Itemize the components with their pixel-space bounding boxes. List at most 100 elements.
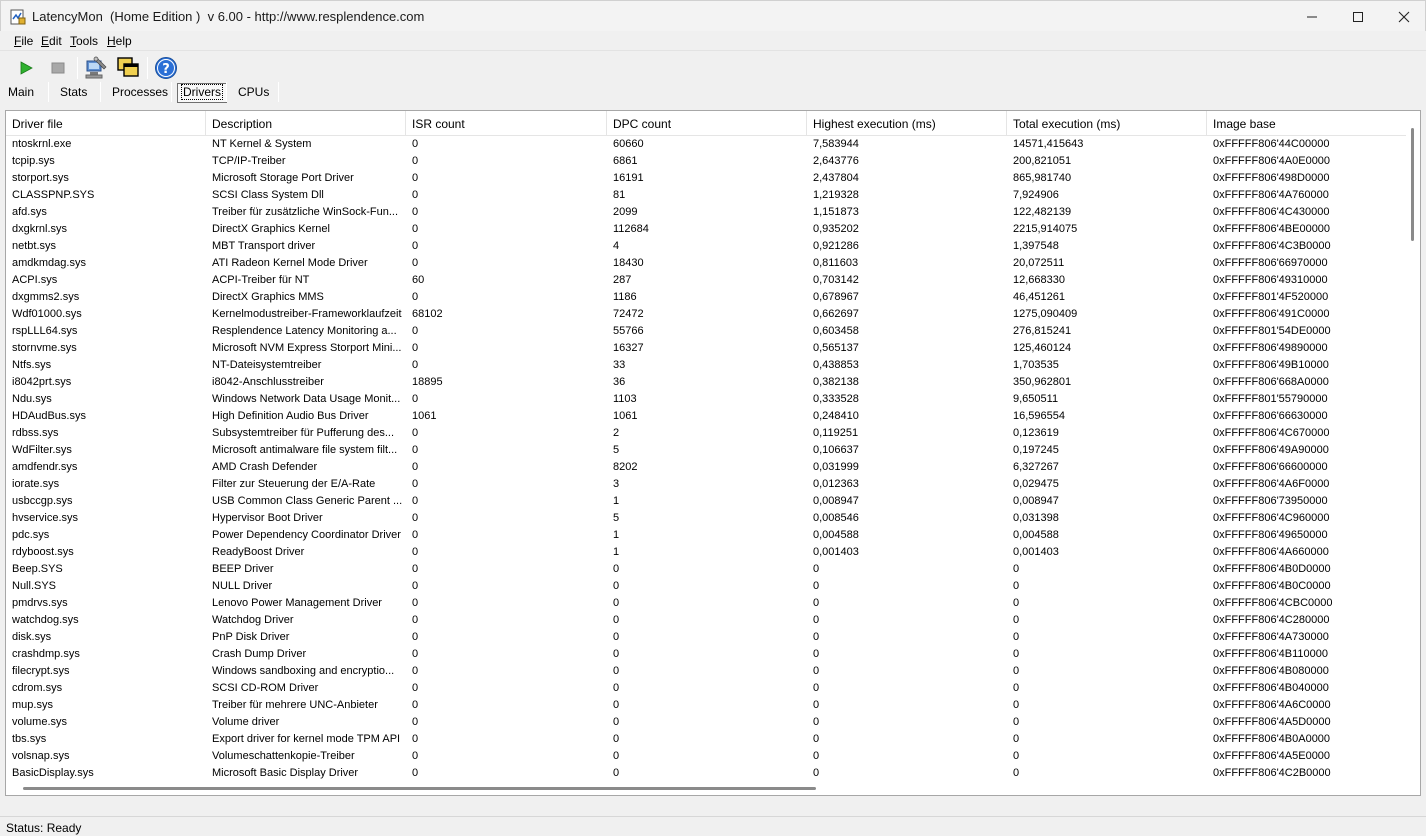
highest-execution-cell: 0 [813, 580, 820, 592]
table-row[interactable]: dxgkrnl.sys DirectX Graphics Kernel 0 11268… [6, 221, 1406, 238]
table-row[interactable]: pdc.sys Power Dependency Coordinator Driv… [6, 527, 1406, 544]
highest-execution-cell: 0 [813, 563, 820, 575]
table-row[interactable]: Ntfs.sys NT-Dateisystemtreiber 0 33 0,438853… [6, 357, 1406, 374]
dpc-count-cell: 1061 [613, 410, 638, 422]
column-header-isr-count[interactable]: ISR count [406, 111, 607, 136]
dpc-count-cell: 55766 [613, 325, 644, 337]
tab-cpus[interactable]: CPUs [238, 82, 269, 103]
table-row[interactable]: BasicDisplay.sys Microsoft Basic Display … [6, 765, 1406, 782]
vertical-scrollbar[interactable] [1406, 111, 1420, 795]
menu-help[interactable]: Help [107, 34, 132, 48]
driver-file-cell: pdc.sys [12, 529, 50, 541]
tab-stats[interactable]: Stats [60, 82, 87, 103]
table-row[interactable]: storport.sys Microsoft Storage Port Drive… [6, 170, 1406, 187]
description-cell: ACPI-Treiber für NT [212, 274, 310, 286]
windows-button[interactable] [115, 55, 141, 81]
image-base-cell: 0xFFFFF806'4C670000 [1213, 427, 1330, 439]
isr-count-cell: 0 [412, 699, 419, 711]
table-row[interactable]: afd.sys Treiber für zusätzliche WinSock-F… [6, 204, 1406, 221]
dpc-count-cell: 287 [613, 274, 632, 286]
menu-tools[interactable]: Tools [70, 34, 98, 48]
table-row[interactable]: dxgmms2.sys DirectX Graphics MMS 0 1186 0,67… [6, 289, 1406, 306]
table-row[interactable]: cdrom.sys SCSI CD-ROM Driver 0 0 0 0 0xFFFFF80… [6, 680, 1406, 697]
isr-count-cell: 0 [412, 733, 419, 745]
description-cell: Power Dependency Coordinator Driver [212, 529, 401, 541]
total-execution-cell: 12,668330 [1013, 274, 1065, 286]
table-row[interactable]: Wdf01000.sys Kernelmodustreiber-Framework… [6, 306, 1406, 323]
isr-count-cell: 0 [412, 206, 419, 218]
maximize-button[interactable] [1335, 1, 1381, 32]
column-header-image-base[interactable]: Image base [1207, 111, 1407, 136]
description-cell: TCP/IP-Treiber [212, 155, 286, 167]
stop-button[interactable] [45, 55, 71, 81]
column-header-driver-file[interactable]: Driver file [6, 111, 206, 136]
help-button[interactable]: ? [153, 55, 179, 81]
table-row[interactable]: stornvme.sys Microsoft NVM Express Storpo… [6, 340, 1406, 357]
menu-file[interactable]: File [14, 34, 33, 48]
table-row[interactable]: rspLLL64.sys Resplendence Latency Monitor… [6, 323, 1406, 340]
tab-main[interactable]: Main [8, 82, 34, 103]
settings-button[interactable] [83, 55, 109, 81]
table-row[interactable]: watchdog.sys Watchdog Driver 0 0 0 0 0xFFFFF80… [6, 612, 1406, 629]
highest-execution-cell: 2,437804 [813, 172, 859, 184]
highest-execution-cell: 0 [813, 750, 820, 762]
table-row[interactable]: WdFilter.sys Microsoft antimalware file s… [6, 442, 1406, 459]
image-base-cell: 0xFFFFF806'491C0000 [1213, 308, 1330, 320]
driver-file-cell: i8042prt.sys [12, 376, 72, 388]
start-button[interactable] [13, 55, 39, 81]
table-row[interactable]: i8042prt.sys i8042-Anschlusstreiber 18895 3… [6, 374, 1406, 391]
dpc-count-cell: 16191 [613, 172, 644, 184]
table-row[interactable]: ACPI.sys ACPI-Treiber für NT 60 287 0,703142… [6, 272, 1406, 289]
description-cell: NT Kernel & System [212, 138, 312, 150]
drivers-table[interactable]: Driver file Description ISR count DPC co… [5, 110, 1421, 796]
table-row[interactable]: iorate.sys Filter zur Steuerung der E/A-R… [6, 476, 1406, 493]
table-row[interactable]: mup.sys Treiber für mehrere UNC-Anbieter 0… [6, 697, 1406, 714]
table-row[interactable]: Null.SYS NULL Driver 0 0 0 0 0xFFFFF806'4B0C00… [6, 578, 1406, 595]
table-row[interactable]: amdkmdag.sys ATI Radeon Kernel Mode Drive… [6, 255, 1406, 272]
driver-file-cell: usbccgp.sys [12, 495, 73, 507]
column-header-highest-execution[interactable]: Highest execution (ms) [807, 111, 1007, 136]
table-row[interactable]: pmdrvs.sys Lenovo Power Management Driver… [6, 595, 1406, 612]
dpc-count-cell: 81 [613, 189, 626, 201]
table-row[interactable]: netbt.sys MBT Transport driver 0 4 0,921286 1… [6, 238, 1406, 255]
column-header-dpc-count[interactable]: DPC count [607, 111, 807, 136]
vertical-scroll-thumb[interactable] [1411, 128, 1414, 241]
table-row[interactable]: usbccgp.sys USB Common Class Generic Pare… [6, 493, 1406, 510]
column-header-total-execution[interactable]: Total execution (ms) [1007, 111, 1207, 136]
total-execution-cell: 6,327267 [1013, 461, 1059, 473]
table-row[interactable]: disk.sys PnP Disk Driver 0 0 0 0 0xFFFFF806'4A… [6, 629, 1406, 646]
app-icon [10, 9, 26, 25]
table-row[interactable]: Beep.SYS BEEP Driver 0 0 0 0 0xFFFFF806'4B0D00… [6, 561, 1406, 578]
column-header-description[interactable]: Description [206, 111, 406, 136]
table-row[interactable]: Ndu.sys Windows Network Data Usage Monit.… [6, 391, 1406, 408]
tab-drivers[interactable]: Drivers [177, 83, 227, 103]
table-row[interactable]: HDAudBus.sys High Definition Audio Bus Dr… [6, 408, 1406, 425]
table-row[interactable]: amdfendr.sys AMD Crash Defender 0 8202 0,031… [6, 459, 1406, 476]
image-base-cell: 0xFFFFF806'4B0A0000 [1213, 733, 1331, 745]
total-execution-cell: 0 [1013, 563, 1020, 575]
close-button[interactable] [1381, 1, 1426, 32]
table-row[interactable]: filecrypt.sys Windows sandboxing and encr… [6, 663, 1406, 680]
table-row[interactable]: rdbss.sys Subsystemtreiber für Pufferung … [6, 425, 1406, 442]
horizontal-scroll-thumb[interactable] [23, 787, 816, 790]
tab-processes[interactable]: Processes [112, 82, 168, 103]
table-row[interactable]: volume.sys Volume driver 0 0 0 0 0xFFFFF806'4A… [6, 714, 1406, 731]
table-row[interactable]: CLASSPNP.SYS SCSI Class System Dll 0 81 1,21… [6, 187, 1406, 204]
minimize-button[interactable] [1289, 1, 1335, 32]
driver-file-cell: volume.sys [12, 716, 68, 728]
isr-count-cell: 0 [412, 580, 419, 592]
horizontal-scrollbar[interactable] [6, 783, 1408, 795]
table-row[interactable]: tcpip.sys TCP/IP-Treiber 0 6861 2,643776 200,… [6, 153, 1406, 170]
table-row[interactable]: rdyboost.sys ReadyBoost Driver 0 1 0,001403 0… [6, 544, 1406, 561]
menu-edit[interactable]: Edit [41, 34, 62, 48]
table-row[interactable]: crashdmp.sys Crash Dump Driver 0 0 0 0 0xFFFFF… [6, 646, 1406, 663]
description-cell: DirectX Graphics MMS [212, 291, 324, 303]
description-cell: NULL Driver [212, 580, 273, 592]
tab-separator [171, 82, 172, 102]
table-row[interactable]: volsnap.sys Volumeschattenkopie-Treiber 0 0… [6, 748, 1406, 765]
table-row[interactable]: hvservice.sys Hypervisor Boot Driver 0 5 0,0… [6, 510, 1406, 527]
table-row[interactable]: ntoskrnl.exe NT Kernel & System 0 60660 7,58… [6, 136, 1406, 153]
table-row[interactable]: tbs.sys Export driver for kernel mode TPM… [6, 731, 1406, 748]
driver-file-cell: WdFilter.sys [12, 444, 72, 456]
driver-file-cell: pmdrvs.sys [12, 597, 68, 609]
